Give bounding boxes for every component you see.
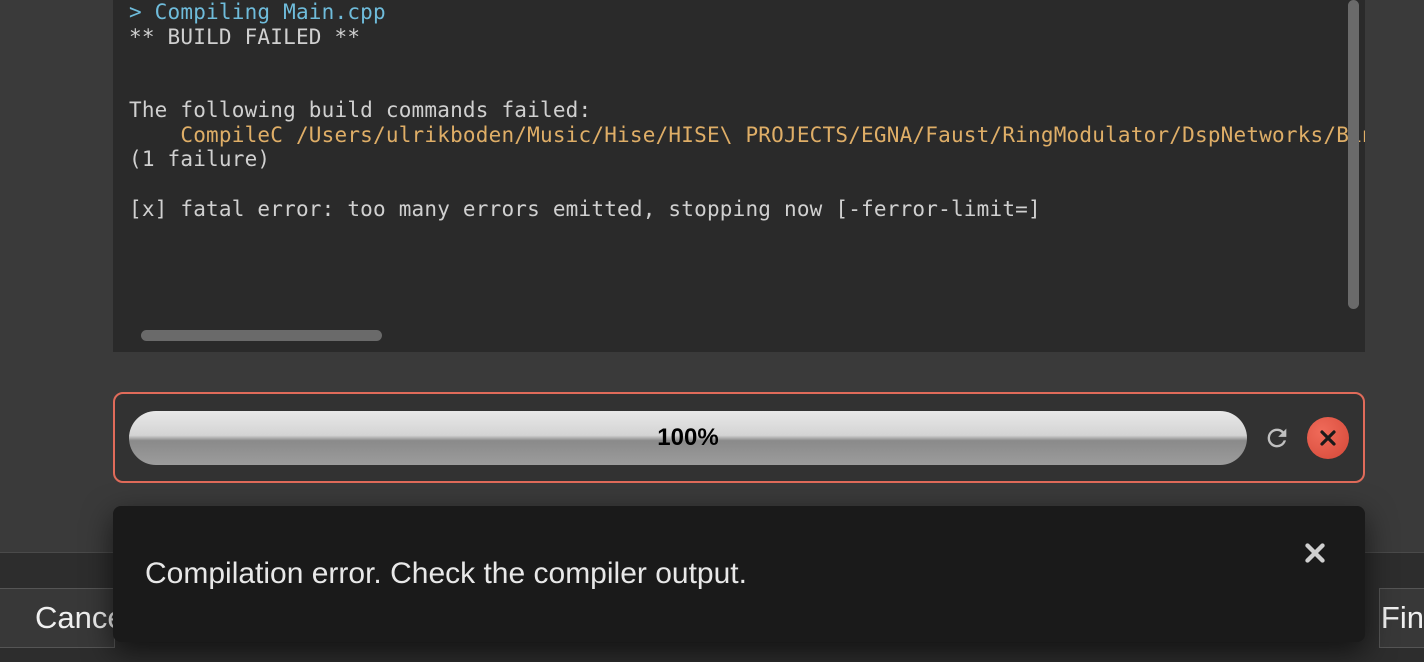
- error-toast: Compilation error. Check the compiler ou…: [113, 506, 1365, 642]
- terminal-line: > Compiling Main.cpp: [129, 0, 386, 24]
- close-icon[interactable]: [1297, 535, 1333, 571]
- progress-bar: 100%: [129, 411, 1247, 465]
- error-toast-message: Compilation error. Check the compiler ou…: [145, 557, 747, 591]
- terminal-line: The following build commands failed:: [129, 98, 591, 122]
- refresh-icon[interactable]: [1261, 422, 1293, 454]
- finish-button-label: Fin: [1381, 600, 1424, 636]
- terminal-line: [x] fatal error: too many errors emitted…: [129, 197, 1041, 221]
- terminal-line: (1 failure): [129, 147, 270, 171]
- finish-button[interactable]: Fin: [1379, 588, 1424, 648]
- horizontal-scrollbar[interactable]: [141, 330, 382, 341]
- cancel-button-label: Cance: [35, 600, 125, 636]
- cancel-build-button[interactable]: [1307, 417, 1349, 459]
- cancel-button[interactable]: Cance: [0, 588, 115, 648]
- terminal-line: ** BUILD FAILED **: [129, 25, 360, 49]
- terminal-line: CompileC /Users/ulrikboden/Music/Hise/HI…: [129, 123, 1365, 147]
- progress-panel: 100%: [113, 392, 1365, 483]
- compiler-output-panel: > Compiling Main.cpp ** BUILD FAILED ** …: [113, 0, 1365, 352]
- vertical-scrollbar[interactable]: [1348, 0, 1359, 309]
- progress-percent-label: 100%: [657, 424, 718, 452]
- terminal-text: > Compiling Main.cpp ** BUILD FAILED ** …: [129, 0, 1349, 221]
